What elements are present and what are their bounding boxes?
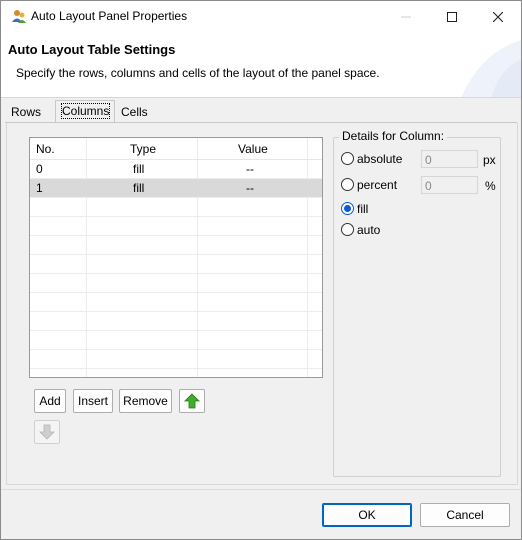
cell-no: 0 xyxy=(36,162,43,176)
absolute-unit: px xyxy=(483,153,496,167)
remove-button[interactable]: Remove xyxy=(119,389,172,413)
absolute-radio[interactable] xyxy=(341,152,354,165)
header-value: Value xyxy=(238,142,268,156)
empty-row xyxy=(30,274,322,293)
ok-button[interactable]: OK xyxy=(322,503,412,527)
tab-cells[interactable]: Cells xyxy=(115,102,163,122)
tab-columns[interactable]: Columns xyxy=(55,100,115,122)
tab-rows[interactable]: Rows xyxy=(5,102,55,122)
fill-label: fill xyxy=(357,202,369,216)
empty-row xyxy=(30,293,322,312)
auto-label: auto xyxy=(357,223,381,237)
banner-description: Specify the rows, columns and cells of t… xyxy=(16,66,380,80)
header-no: No. xyxy=(36,142,55,156)
empty-row xyxy=(30,350,322,369)
app-icon xyxy=(11,8,27,24)
add-button[interactable]: Add xyxy=(34,389,66,413)
empty-row xyxy=(30,255,322,274)
table-row[interactable]: 1 fill -- xyxy=(30,179,322,198)
banner-decoration xyxy=(461,40,521,97)
cancel-button[interactable]: Cancel xyxy=(420,503,510,527)
table-header: No. Type Value xyxy=(30,138,322,160)
empty-row xyxy=(30,331,322,350)
percent-radio[interactable] xyxy=(341,178,354,191)
empty-row xyxy=(30,217,322,236)
header-type: Type xyxy=(130,142,157,156)
arrow-up-icon xyxy=(184,393,200,409)
cell-value: -- xyxy=(246,181,254,195)
table-row[interactable]: 0 fill -- xyxy=(30,160,322,179)
absolute-label: absolute xyxy=(357,152,403,166)
empty-row xyxy=(30,236,322,255)
window-title: Auto Layout Panel Properties xyxy=(31,9,188,23)
move-down-button[interactable] xyxy=(34,420,60,444)
title-bar: Auto Layout Panel Properties xyxy=(1,1,521,32)
insert-button[interactable]: Insert xyxy=(73,389,113,413)
tab-columns-label: Columns xyxy=(60,103,111,119)
cell-type: fill xyxy=(133,162,145,176)
maximize-button[interactable] xyxy=(429,1,475,32)
cell-value: -- xyxy=(246,162,254,176)
close-button[interactable] xyxy=(475,1,521,32)
details-legend: Details for Column: xyxy=(339,129,448,143)
percent-value-field[interactable]: 0 xyxy=(421,176,478,194)
percent-label: percent xyxy=(357,178,398,192)
cell-type: fill xyxy=(133,181,145,195)
absolute-value-field[interactable]: 0 xyxy=(421,150,478,168)
banner-title: Auto Layout Table Settings xyxy=(8,42,176,57)
percent-unit: % xyxy=(485,179,496,193)
arrow-down-icon xyxy=(39,424,55,440)
empty-row xyxy=(30,312,322,331)
columns-table[interactable]: No. Type Value 0 fill -- 1 fill -- xyxy=(29,137,323,378)
dialog-window: Auto Layout Panel Properties Auto Layout… xyxy=(0,0,522,540)
minimize-button[interactable] xyxy=(383,1,429,32)
empty-row xyxy=(30,198,322,217)
move-up-button[interactable] xyxy=(179,389,205,413)
cell-no: 1 xyxy=(36,181,43,195)
header-banner: Auto Layout Table Settings Specify the r… xyxy=(1,32,521,98)
fill-radio[interactable] xyxy=(341,202,354,215)
auto-radio[interactable] xyxy=(341,223,354,236)
